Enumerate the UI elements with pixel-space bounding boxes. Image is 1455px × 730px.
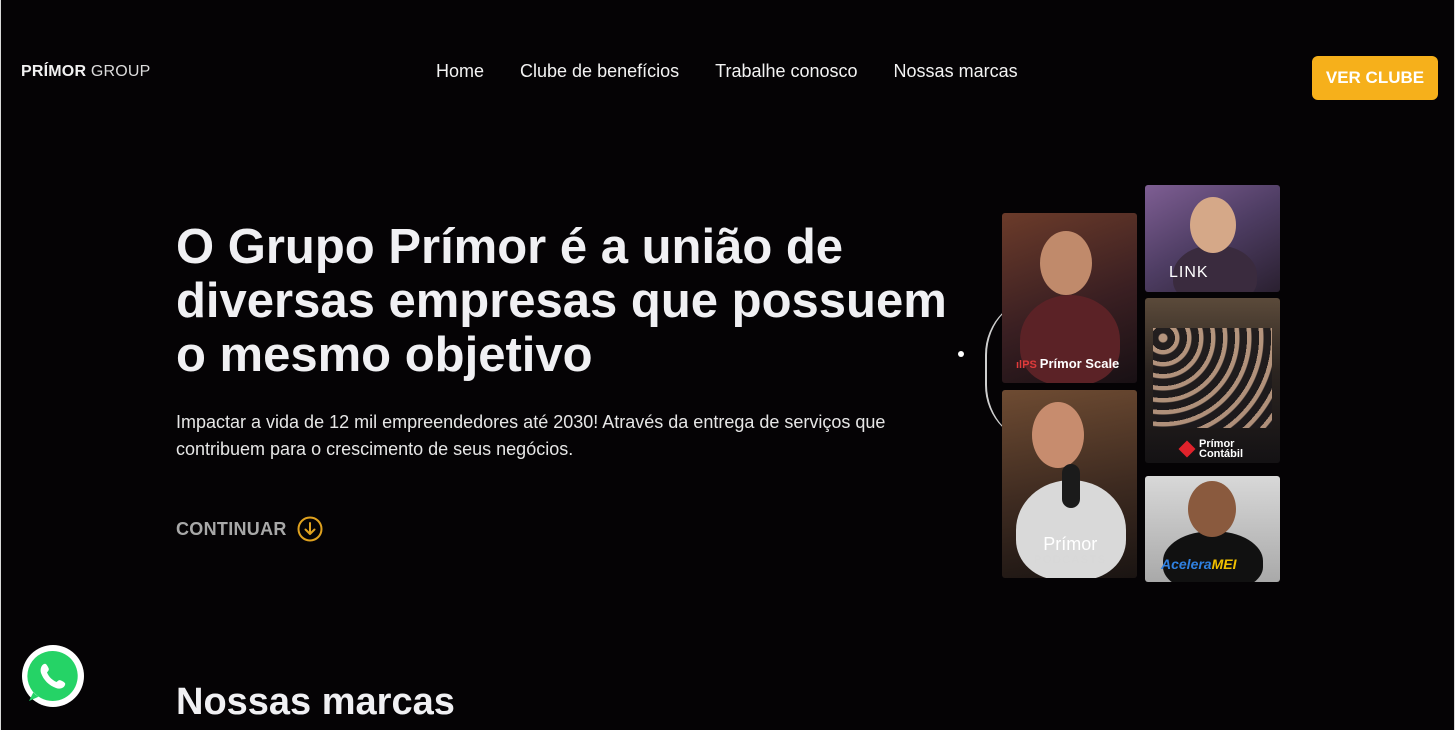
frame-border-left [0,0,1,730]
main-nav: Home Clube de benefícios Trabalhe conosc… [436,61,1018,82]
tile-label-sub: PODCASTS [1034,554,1107,566]
section-title-nossas-marcas: Nossas marcas [176,681,455,723]
person-head [1190,197,1236,253]
logo-light-text: GROUP [90,63,151,80]
continue-label: CONTINUAR [176,518,287,539]
brand-tile-primor-scale[interactable]: ılPS Prímor Scale [1002,213,1137,383]
orbit-dot [958,351,964,357]
logo-bold-text: PRÍMOR [21,63,87,80]
hero-subtext: Impactar a vida de 12 mil empreendedores… [176,412,886,459]
tile-label-primor-scale: ılPS Prímor Scale [1016,356,1119,371]
tile-label-text-b: MEI [1211,556,1237,572]
tile-label-prefix: ılPS [1016,359,1037,371]
person-head [1032,402,1084,468]
microphone-icon [1062,464,1080,508]
tile-label-primor-podcasts: Prímor PODCASTS [1034,534,1107,568]
brand-tile-aceleramei[interactable]: AceleraMEI [1145,476,1280,582]
tile-label-aceleramei: AceleraMEI [1161,556,1236,572]
hero-headline: O Grupo Prímor é a união de diversas emp… [176,220,947,382]
nav-home[interactable]: Home [436,61,484,82]
nav-clube-beneficios[interactable]: Clube de benefícios [520,61,679,82]
nav-nossas-marcas[interactable]: Nossas marcas [894,61,1018,82]
tile-label-text: Prímor [1043,534,1098,554]
team-photo [1153,328,1272,428]
person-head [1040,231,1092,295]
tile-label-text-a: Acelera [1161,556,1212,572]
tile-label-link: LINK [1169,264,1209,281]
continue-link[interactable]: CONTINUAR [176,516,323,542]
brand-tile-link[interactable]: LINK [1145,185,1280,292]
brand-tile-primor-podcasts[interactable]: Prímor PODCASTS [1002,390,1137,578]
contabil-logo-icon [1178,440,1196,458]
whatsapp-icon[interactable] [20,643,86,709]
ver-clube-button[interactable]: VER CLUBE [1312,56,1438,100]
arrow-down-circle-icon [297,516,323,542]
tile-label-text: Prímor Scale [1039,356,1120,371]
nav-trabalhe-conosco[interactable]: Trabalhe conosco [715,61,857,82]
brand-tile-primor-contabil[interactable]: Prímor Contábil [1145,298,1280,463]
tile-label-primor-contabil: Prímor Contábil [1178,438,1243,460]
tile-label-text: Prímor Contábil [1199,438,1243,460]
person-head [1188,481,1236,537]
brand-logo[interactable]: PRÍMOR GROUP [21,63,151,81]
